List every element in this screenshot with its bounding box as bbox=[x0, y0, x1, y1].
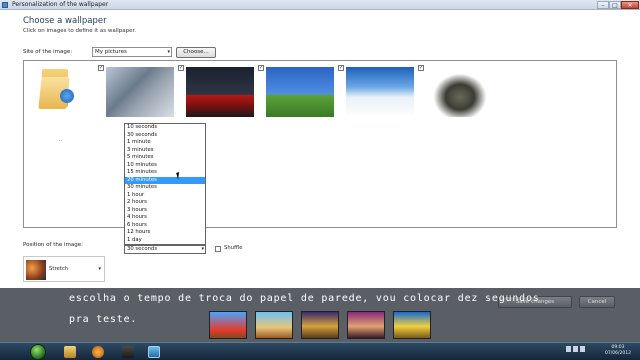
interval-option[interactable]: 2 hours bbox=[125, 199, 205, 207]
explorer-icon[interactable] bbox=[64, 346, 76, 358]
wallpaper-thumb-snow[interactable]: ✓ bbox=[338, 65, 414, 117]
taskbar: 09:03 07/06/2012 bbox=[0, 342, 640, 360]
image-gallery: .. ✓ ✓ ✓ ✓ ✓ bbox=[23, 60, 617, 228]
cancel-button[interactable]: Cancel bbox=[579, 296, 615, 308]
flag-icon[interactable] bbox=[580, 346, 585, 352]
site-select-value: My pictures bbox=[95, 49, 127, 55]
app-icon[interactable] bbox=[122, 346, 134, 358]
interval-select[interactable]: 30 seconds ▾ bbox=[124, 245, 206, 254]
shuffle-checkbox[interactable] bbox=[215, 246, 221, 252]
thumb-image bbox=[426, 67, 494, 117]
wallpaper-thumb-suv[interactable]: ✓ bbox=[418, 65, 494, 117]
system-tray bbox=[566, 346, 590, 356]
start-orb-icon[interactable] bbox=[30, 344, 46, 360]
video-thumbnail[interactable] bbox=[393, 311, 431, 339]
close-button[interactable]: ✕ bbox=[621, 1, 639, 9]
thumb-image bbox=[266, 67, 334, 117]
interval-option[interactable]: 10 minutes bbox=[125, 162, 205, 170]
interval-dropdown-list: 10 seconds 30 seconds 1 minute 3 minutes 5 m… bbox=[124, 123, 206, 245]
chevron-down-icon: ▾ bbox=[98, 266, 101, 272]
video-thumbnail[interactable] bbox=[347, 311, 385, 339]
maximize-button[interactable]: □ bbox=[609, 1, 621, 9]
thumb-checkbox[interactable]: ✓ bbox=[418, 65, 424, 71]
up-arrow-icon bbox=[60, 89, 74, 103]
interval-option[interactable]: 30 seconds bbox=[125, 132, 205, 140]
volume-icon[interactable] bbox=[573, 346, 578, 352]
thumb-checkbox[interactable]: ✓ bbox=[258, 65, 264, 71]
parent-folder[interactable] bbox=[38, 65, 80, 113]
browse-button[interactable]: Choose... bbox=[176, 47, 216, 58]
thumb-checkbox[interactable]: ✓ bbox=[98, 65, 104, 71]
interval-option[interactable]: 3 minutes bbox=[125, 147, 205, 155]
interval-option[interactable]: 10 seconds bbox=[125, 124, 205, 132]
subtitle-line-1: escolha o tempo de troca do papel de par… bbox=[69, 293, 540, 304]
site-label: Site of the image: bbox=[23, 49, 73, 55]
interval-option[interactable]: 20 minutes bbox=[125, 176, 205, 184]
interval-option[interactable]: 1 minute bbox=[125, 139, 205, 147]
interval-option[interactable]: 6 hours bbox=[125, 222, 205, 230]
interval-option[interactable]: 12 hours bbox=[125, 229, 205, 237]
video-thumbnail-strip bbox=[209, 311, 431, 341]
clock[interactable]: 09:03 07/06/2012 bbox=[598, 345, 638, 357]
position-value: Stretch bbox=[49, 266, 69, 272]
chevron-down-icon: ▾ bbox=[167, 49, 170, 55]
shuffle-label: Shuffle bbox=[224, 245, 243, 251]
page-subtitle: Click on images to define it as wallpape… bbox=[23, 28, 137, 34]
clock-date: 07/06/2012 bbox=[605, 351, 631, 356]
position-select[interactable]: Stretch ▾ bbox=[23, 256, 105, 282]
page-title: Choose a wallpaper bbox=[23, 16, 107, 26]
media-player-icon[interactable] bbox=[92, 346, 104, 358]
interval-option[interactable]: 4 hours bbox=[125, 214, 205, 222]
position-label: Position of the image: bbox=[23, 242, 83, 248]
thumb-checkbox[interactable]: ✓ bbox=[178, 65, 184, 71]
interval-option[interactable]: 15 minutes bbox=[125, 169, 205, 177]
folder-caption: .. bbox=[59, 137, 63, 143]
interval-option[interactable]: 3 hours bbox=[125, 207, 205, 215]
wallpaper-thumb-rain[interactable]: ✓ bbox=[258, 65, 334, 117]
network-icon[interactable] bbox=[566, 346, 571, 352]
wallpaper-thumb-red-car[interactable]: ✓ bbox=[178, 65, 254, 117]
video-thumbnail[interactable] bbox=[255, 311, 293, 339]
wallpaper-thumb-road-car[interactable]: ✓ bbox=[98, 65, 174, 117]
site-select[interactable]: My pictures ▾ bbox=[92, 47, 172, 57]
subtitle-line-2: pra teste. bbox=[69, 314, 138, 325]
interval-option[interactable]: 1 day bbox=[125, 237, 205, 245]
interval-option[interactable]: 1 hour bbox=[125, 192, 205, 200]
wallpaper-panel: Choose a wallpaper Click on images to de… bbox=[0, 10, 640, 288]
position-preview-image bbox=[26, 260, 46, 280]
interval-select-value: 30 seconds bbox=[127, 246, 158, 252]
title-bar: Personalization of the wallpaper – □ ✕ bbox=[0, 0, 640, 10]
window-title: Personalization of the wallpaper bbox=[12, 1, 109, 8]
minimize-button[interactable]: – bbox=[597, 1, 609, 9]
video-thumbnail[interactable] bbox=[301, 311, 339, 339]
thumb-checkbox[interactable]: ✓ bbox=[338, 65, 344, 71]
thumb-image bbox=[346, 67, 414, 117]
window-icon bbox=[2, 2, 8, 8]
thumb-image bbox=[186, 67, 254, 117]
thumb-image bbox=[106, 67, 174, 117]
video-thumbnail[interactable] bbox=[209, 311, 247, 339]
interval-option[interactable]: 5 minutes bbox=[125, 154, 205, 162]
wallpaper-app-icon[interactable] bbox=[148, 346, 160, 358]
chevron-down-icon: ▾ bbox=[201, 246, 204, 252]
interval-option[interactable]: 30 minutes bbox=[125, 184, 205, 192]
